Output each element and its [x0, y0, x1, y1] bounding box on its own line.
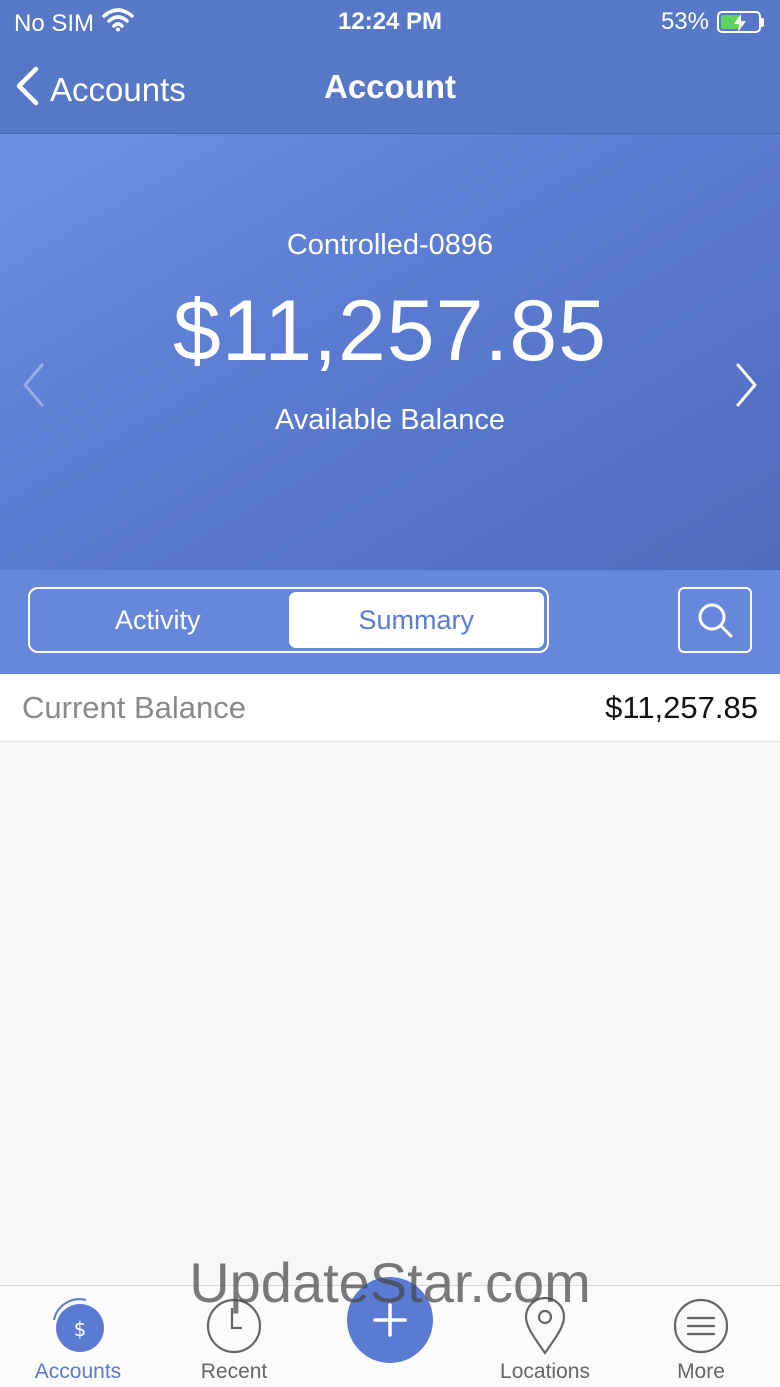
tab-activity[interactable]: Activity: [30, 589, 286, 651]
tab-summary[interactable]: Summary: [288, 592, 544, 648]
summary-row-current-balance: Current Balance $11,257.85: [0, 674, 780, 742]
balance-hero: Controlled-0896 $11,257.85 Available Bal…: [0, 134, 780, 570]
navigation-bar: Accounts Account: [0, 60, 780, 118]
battery-icon: [717, 11, 764, 33]
tab-recent[interactable]: Recent: [169, 1296, 299, 1384]
search-button[interactable]: [678, 587, 752, 653]
add-button[interactable]: [347, 1277, 433, 1363]
status-bar: No SIM 12:24 PM 53%: [0, 0, 780, 44]
location-pin-icon: [524, 1296, 566, 1355]
prev-account-button[interactable]: [20, 362, 46, 413]
current-balance-value: $11,257.85: [605, 690, 758, 725]
next-account-button[interactable]: [734, 362, 760, 413]
wifi-icon: [102, 8, 134, 39]
back-button[interactable]: Accounts: [14, 66, 186, 114]
tab-recent-label: Recent: [200, 1360, 268, 1383]
tab-more[interactable]: More: [636, 1296, 766, 1384]
carrier: No SIM: [14, 8, 134, 39]
plus-icon: [373, 1303, 407, 1337]
search-icon: [698, 603, 733, 638]
tab-more-label: More: [677, 1360, 725, 1383]
segment-bar: Activity Summary: [0, 570, 780, 674]
menu-icon: [673, 1298, 729, 1354]
tab-locations[interactable]: Locations: [480, 1296, 610, 1384]
view-segment-control: Activity Summary: [28, 587, 549, 653]
battery-indicator: 53%: [661, 8, 764, 36]
tab-accounts-label: Accounts: [34, 1360, 122, 1383]
available-balance-label: Available Balance: [274, 404, 506, 436]
carrier-label: No SIM: [14, 9, 95, 37]
clock-icon: [206, 1298, 262, 1354]
prev-chevron-icon: [23, 363, 44, 407]
tab-locations-label: Locations: [500, 1360, 590, 1383]
available-balance-amount: $11,257.85: [172, 283, 608, 379]
dollar-icon: $: [53, 1298, 104, 1352]
tab-accounts[interactable]: $ Accounts: [13, 1296, 143, 1384]
svg-text:$: $: [74, 1317, 87, 1341]
back-label: Accounts: [50, 71, 186, 108]
current-balance-label: Current Balance: [22, 690, 247, 725]
battery-percent: 53%: [660, 8, 709, 35]
back-chevron-icon: [14, 66, 40, 114]
top-bar: No SIM 12:24 PM 53% Accounts Account: [0, 0, 780, 134]
next-chevron-icon: [736, 363, 757, 407]
account-name: Controlled-0896: [286, 229, 494, 261]
